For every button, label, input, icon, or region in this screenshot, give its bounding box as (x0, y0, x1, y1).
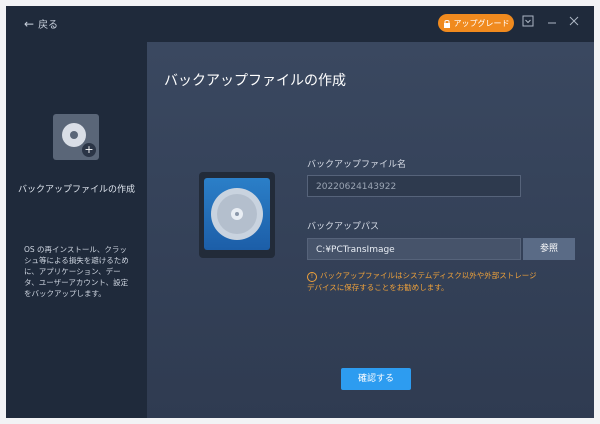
download-icon[interactable] (522, 15, 534, 30)
upgrade-button[interactable]: アップグレード (438, 14, 514, 32)
close-icon[interactable] (568, 15, 580, 30)
filename-input[interactable]: 20220624143922 (307, 175, 521, 197)
minimize-icon[interactable] (546, 15, 558, 30)
confirm-button[interactable]: 確認する (341, 368, 411, 390)
sidebar-title: バックアップファイルの作成 (17, 185, 135, 195)
sidebar-description: OS の再インストール、クラッシュ等による損失を避けるために、アプリケーション、… (24, 245, 129, 298)
warning-message: ! バックアップファイルはシステムディスク以外や外部ストレージデバイスに保存するこ… (307, 270, 537, 293)
back-button[interactable]: ← 戻る (24, 16, 59, 32)
plus-icon: + (82, 143, 96, 157)
backup-disk-illustration (199, 172, 275, 258)
lock-icon (443, 19, 450, 28)
path-label: バックアップパス (307, 222, 380, 232)
back-arrow-icon: ← (24, 16, 35, 31)
sidebar: + バックアップファイルの作成 OS の再インストール、クラッシュ等による損失を… (6, 42, 147, 418)
browse-button[interactable]: 参照 (523, 238, 575, 260)
filename-label: バックアップファイル名 (307, 160, 407, 170)
warning-text: バックアップファイルはシステムディスク以外や外部ストレージデバイスに保存すること… (307, 271, 537, 292)
cd-disk-icon (211, 188, 263, 240)
path-input[interactable]: C:¥PCTransImage (307, 238, 521, 260)
warning-icon: ! (307, 272, 317, 282)
disk-add-icon: + (53, 114, 99, 160)
titlebar: ← 戻る アップグレード (6, 6, 594, 42)
page-title: バックアップファイルの作成 (164, 73, 346, 89)
upgrade-label: アップグレード (453, 18, 510, 28)
main-panel: バックアップファイルの作成 バックアップファイル名 20220624143922… (147, 42, 594, 418)
app-window: ← 戻る アップグレード + バックアップファイルの作成 OS の再インストール… (6, 6, 594, 418)
disk-frame (204, 178, 270, 250)
back-label: 戻る (38, 20, 59, 31)
